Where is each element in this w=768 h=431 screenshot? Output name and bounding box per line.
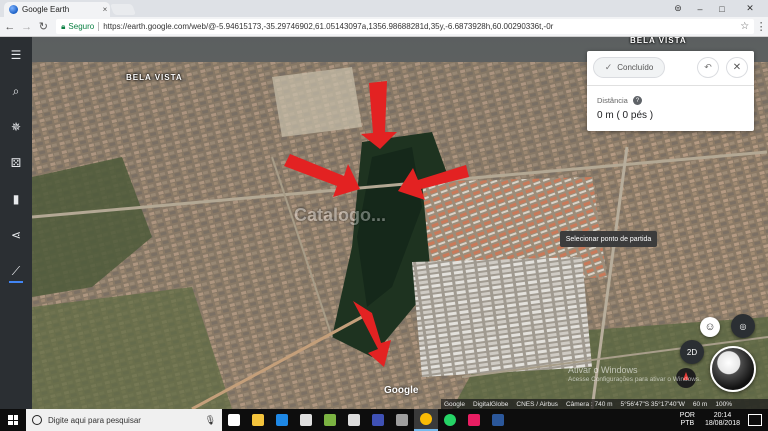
zoom-percent: 100% xyxy=(715,400,732,408)
clock[interactable]: 20:14 18/08/2018 xyxy=(705,412,740,428)
attribution-cnes: CNES / Airbus xyxy=(516,400,558,408)
minimize-button[interactable]: – xyxy=(690,0,710,17)
store-icon[interactable] xyxy=(294,409,318,431)
bookmark-star-icon[interactable]: ☆ xyxy=(740,21,749,32)
whatsapp-icon-glyph xyxy=(444,414,456,426)
photos-viewer-icon-glyph xyxy=(396,414,408,426)
clock-time: 20:14 xyxy=(713,412,732,419)
secure-label: Seguro xyxy=(68,22,95,31)
done-button[interactable]: ✓ Concluído xyxy=(593,57,665,78)
forward-button[interactable]: → xyxy=(20,20,34,34)
check-icon: ✓ xyxy=(604,62,613,72)
action-center-icon[interactable] xyxy=(748,414,762,426)
close-icon[interactable]: ✕ xyxy=(726,57,748,78)
reload-button[interactable]: ↻ xyxy=(36,20,50,34)
task-view-icon-glyph xyxy=(228,414,240,426)
share-icon[interactable]: ⋖ xyxy=(6,225,26,245)
feeling-lucky-icon[interactable]: ⚄ xyxy=(6,153,26,173)
calculator-icon[interactable] xyxy=(342,409,366,431)
chrome-icon[interactable] xyxy=(414,409,438,431)
browser-tab[interactable]: Google Earth × xyxy=(4,2,110,17)
tooltip: Selecionar ponto de partida xyxy=(560,231,657,247)
photos-icon-glyph xyxy=(324,414,336,426)
account-icon[interactable]: ⊜ xyxy=(668,0,688,17)
address-bar[interactable]: 🔒︎ Seguro https://earth.google.com/web/@… xyxy=(56,19,755,34)
search-icon[interactable]: ⌕ xyxy=(6,81,26,101)
activate-windows-watermark: Ativar o Windows Acesse Configurações pa… xyxy=(568,365,701,385)
measure-panel: ✓ Concluído ↶ ✕ Distância ? 0 m ( 0 pés … xyxy=(587,51,754,131)
image-watermark: Catalogo... xyxy=(294,205,387,225)
new-tab-button[interactable] xyxy=(109,4,137,15)
chrome-icon-glyph xyxy=(420,413,432,425)
language-indicator[interactable]: POR PTB xyxy=(680,412,695,428)
done-label: Concluído xyxy=(617,63,654,72)
microphone-icon[interactable]: 🎙︎ xyxy=(205,415,216,426)
bookmark-icon[interactable]: ▮ xyxy=(6,189,26,209)
windows-taskbar: Digite aqui para pesquisar 🎙︎ POR PTB 20… xyxy=(0,409,768,431)
globe-icon[interactable] xyxy=(710,346,756,392)
store-icon-glyph xyxy=(300,414,312,426)
measure-icon[interactable]: ⟋ xyxy=(6,261,26,283)
windows-start-icon[interactable] xyxy=(0,409,26,431)
task-view-icon[interactable] xyxy=(222,409,246,431)
keyboard-layout: PTB xyxy=(680,420,695,427)
file-explorer-icon-glyph xyxy=(252,414,264,426)
place-label-bela-vista: BELA VISTA xyxy=(126,73,183,82)
network-app-icon[interactable] xyxy=(366,409,390,431)
ground-altitude: 60 m xyxy=(692,400,708,408)
menu-icon[interactable]: ☰ xyxy=(6,45,26,65)
omnibox-divider xyxy=(98,22,100,31)
lock-icon: 🔒︎ xyxy=(61,21,66,31)
activate-windows-subtitle: Acesse Configurações para ativar o Windo… xyxy=(568,376,701,383)
file-explorer-icon[interactable] xyxy=(246,409,270,431)
my-location-icon[interactable]: ◎ xyxy=(731,314,755,338)
network-app-icon-glyph xyxy=(372,414,384,426)
whatsapp-icon[interactable] xyxy=(438,409,462,431)
word-icon[interactable] xyxy=(486,409,510,431)
edge-icon[interactable] xyxy=(270,409,294,431)
browser-menu-icon[interactable]: ⋮ xyxy=(754,20,768,33)
distance-label-text: Distância xyxy=(597,96,628,105)
google-logo: Google xyxy=(384,385,419,396)
distance-value: 0 m ( 0 pés ) xyxy=(597,110,654,121)
language-code: POR xyxy=(679,412,695,419)
back-button[interactable]: ← xyxy=(3,20,17,34)
cortana-icon xyxy=(32,415,42,425)
voyager-icon[interactable]: ✵ xyxy=(6,117,26,137)
url-text[interactable]: https://earth.google.com/web/@-5.9461517… xyxy=(103,22,740,31)
maps-app-icon-glyph xyxy=(468,414,480,426)
help-icon[interactable]: ? xyxy=(632,96,642,105)
view-mode-2d-button[interactable]: 2D xyxy=(680,340,704,364)
search-placeholder: Digite aqui para pesquisar xyxy=(48,415,141,425)
close-window-button[interactable]: ✕ xyxy=(740,0,760,17)
place-label-bela-vista-2: BELA VISTA xyxy=(630,37,687,45)
word-icon-glyph xyxy=(492,414,504,426)
distance-label: Distância ? xyxy=(597,96,642,105)
map-status-bar: Google DigitalGlobe CNES / Airbus Câmera… xyxy=(441,399,768,409)
browser-toolbar: ← → ↻ 🔒︎ Seguro https://earth.google.com… xyxy=(0,17,768,37)
maps-app-icon[interactable] xyxy=(462,409,486,431)
photos-icon[interactable] xyxy=(318,409,342,431)
system-tray: POR PTB 20:14 18/08/2018 xyxy=(680,412,768,428)
activate-windows-title: Ativar o Windows xyxy=(568,365,638,375)
undo-icon[interactable]: ↶ xyxy=(697,57,719,78)
photos-viewer-icon[interactable] xyxy=(390,409,414,431)
browser-titlebar: Google Earth × ⊜ – □ ✕ xyxy=(0,0,768,17)
taskbar-apps xyxy=(222,409,510,431)
measure-panel-header: ✓ Concluído ↶ ✕ xyxy=(587,51,754,86)
attribution-google: Google xyxy=(444,400,465,408)
tab-close-icon[interactable]: × xyxy=(100,5,110,14)
calculator-icon-glyph xyxy=(348,414,360,426)
google-earth-favicon-icon xyxy=(9,5,18,14)
taskbar-search-input[interactable]: Digite aqui para pesquisar 🎙︎ xyxy=(26,409,222,431)
tab-title: Google Earth xyxy=(22,5,70,14)
camera-altitude: Câmera : 740 m xyxy=(565,400,613,408)
earth-sidebar: ☰ ⌕ ✵ ⚄ ▮ ⋖ ⟋ xyxy=(0,37,32,409)
maximize-button[interactable]: □ xyxy=(712,0,732,17)
pegman-icon[interactable]: ☺ xyxy=(700,317,720,337)
edge-icon-glyph xyxy=(276,414,288,426)
attribution-digitalglobe: DigitalGlobe xyxy=(472,400,509,408)
coordinates: 5°56'47"S 35°17'40"W xyxy=(620,400,685,408)
clock-date: 18/08/2018 xyxy=(704,420,740,427)
